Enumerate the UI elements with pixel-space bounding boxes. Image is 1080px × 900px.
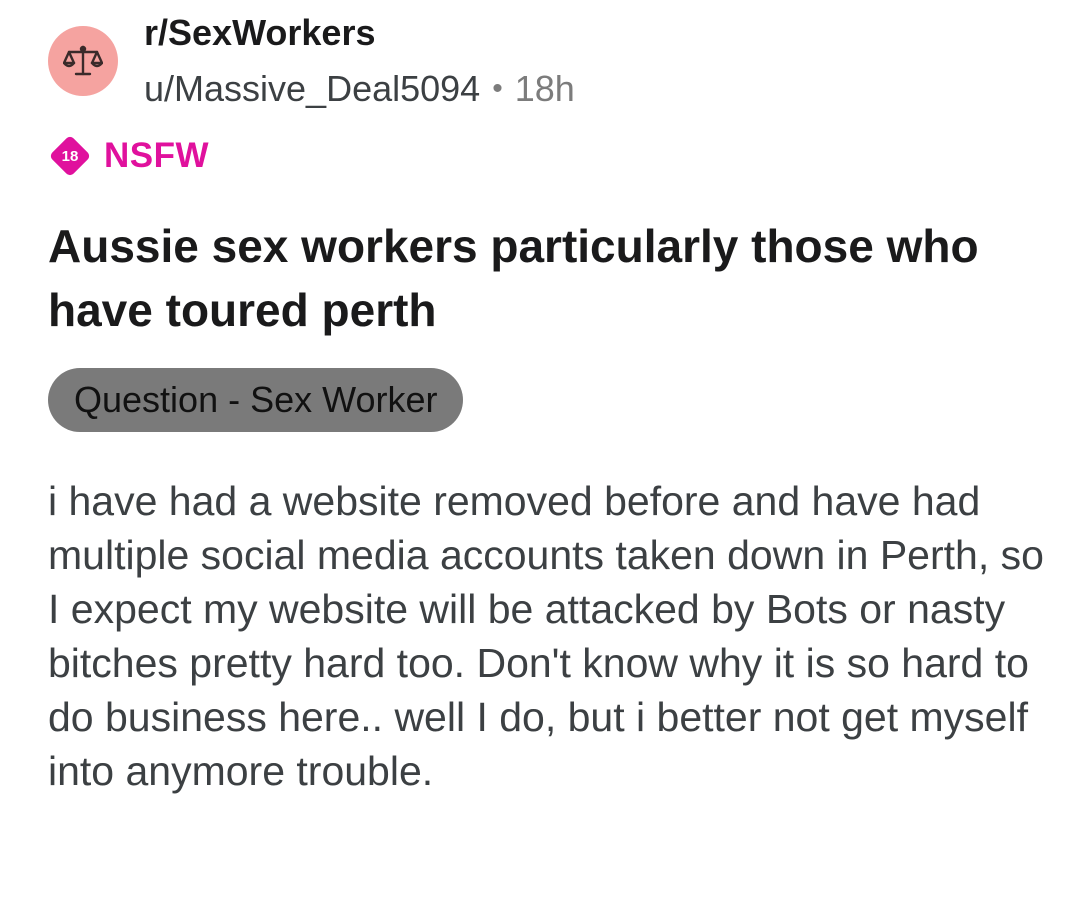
separator-dot: • (492, 72, 503, 105)
nsfw-label: NSFW (104, 136, 210, 175)
subreddit-avatar[interactable] (48, 26, 118, 96)
author-username[interactable]: u/Massive_Deal5094 (144, 68, 480, 110)
scales-icon (63, 45, 103, 76)
byline: u/Massive_Deal5094 • 18h (144, 68, 575, 110)
post-age: 18h (514, 68, 575, 109)
nsfw-18-icon: 18 (48, 134, 92, 178)
post-body: i have had a website removed before and … (48, 478, 1044, 794)
post-meta: r/SexWorkers u/Massive_Deal5094 • 18h (144, 8, 575, 110)
post-header: r/SexWorkers u/Massive_Deal5094 • 18h (48, 8, 575, 110)
nsfw-badge-number: 18 (61, 147, 79, 165)
post-card: r/SexWorkers u/Massive_Deal5094 • 18h 18… (0, 0, 1080, 900)
post-title[interactable]: Aussie sex workers particularly those wh… (48, 214, 1028, 342)
post-flair[interactable]: Question - Sex Worker (48, 368, 464, 432)
nsfw-tag: 18 NSFW (48, 134, 209, 178)
subreddit-name[interactable]: r/SexWorkers (144, 12, 575, 54)
flair-label: Question - Sex Worker (74, 379, 438, 420)
